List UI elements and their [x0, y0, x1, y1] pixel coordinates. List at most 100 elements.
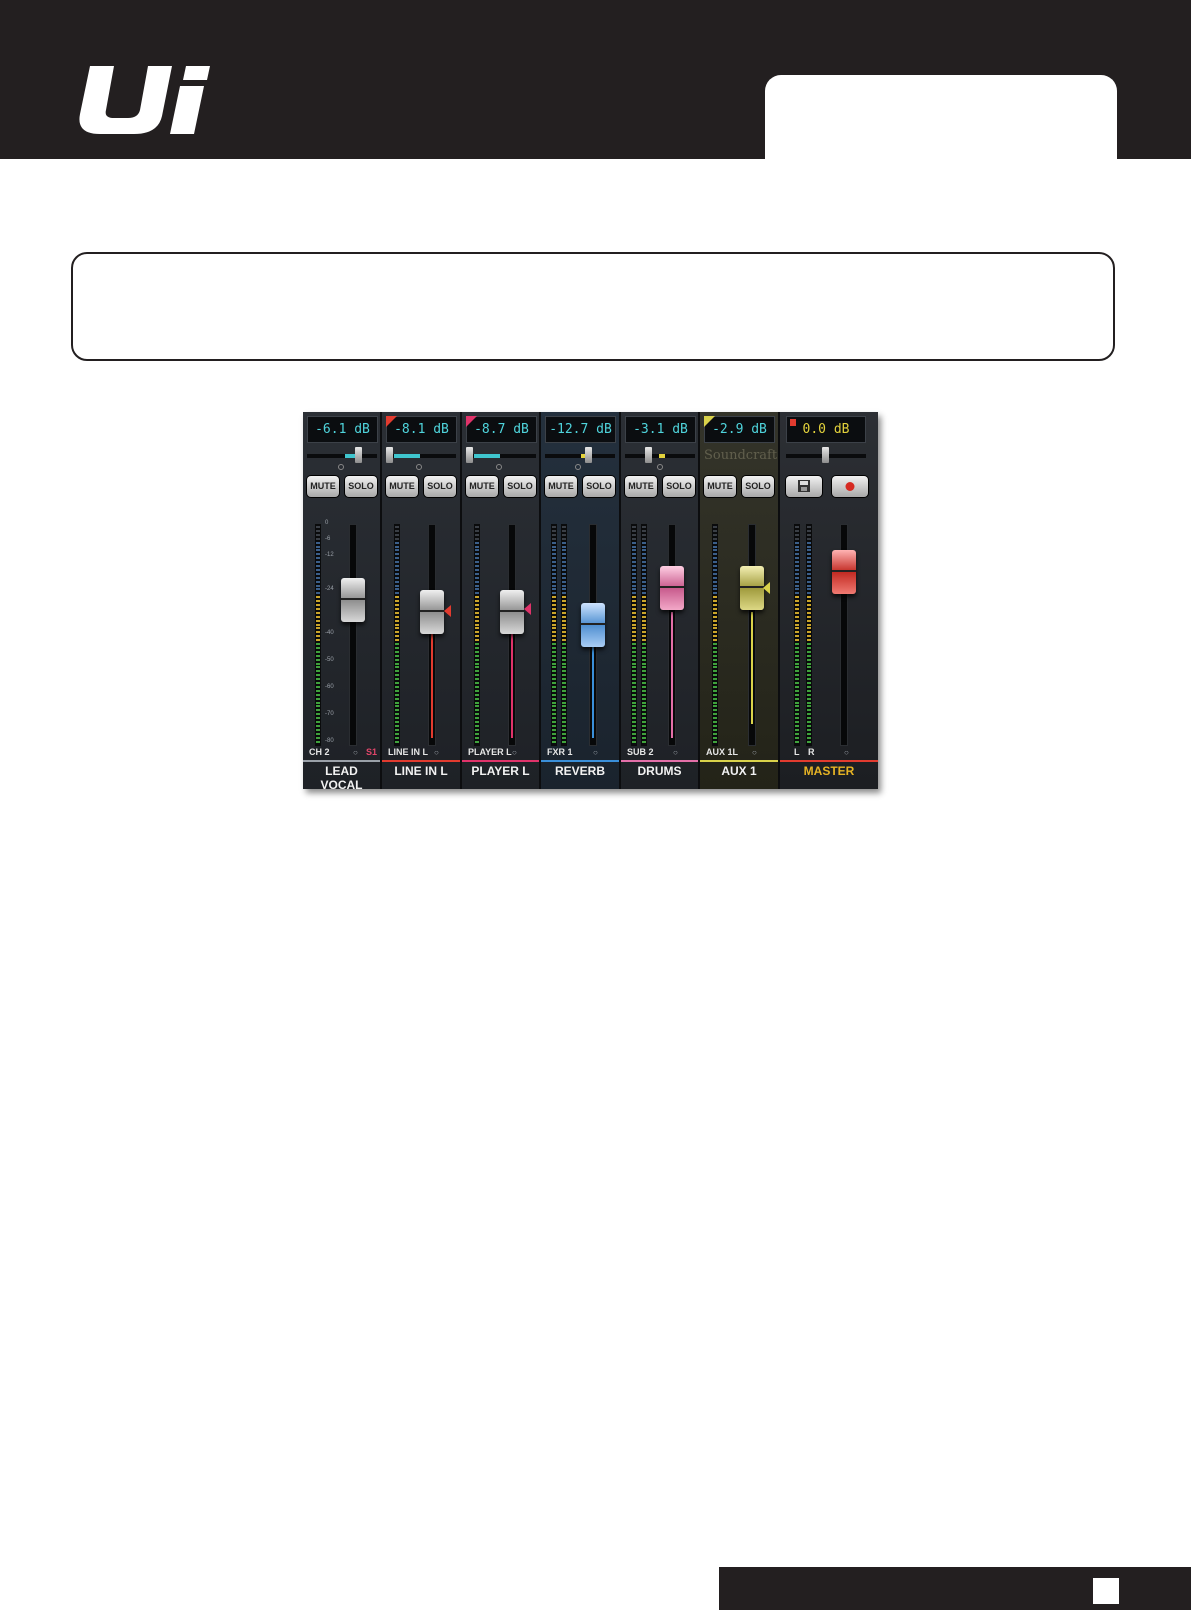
mute-button[interactable]: MUTE	[625, 476, 657, 497]
channel-name[interactable]: LEAD VOCAL	[303, 764, 380, 789]
meter-segment	[807, 689, 811, 692]
meter-segment	[475, 717, 479, 720]
pan-slider[interactable]	[307, 454, 377, 458]
gain-display[interactable]: -3.1 dB	[625, 416, 696, 443]
pan-knob[interactable]	[386, 447, 393, 463]
gain-display[interactable]: 0.0 dB	[786, 416, 866, 443]
mute-button[interactable]: MUTE	[545, 476, 577, 497]
meter-segment	[642, 584, 646, 587]
channel-name[interactable]: AUX 1	[700, 764, 778, 778]
master-fader[interactable]	[832, 550, 856, 594]
meter-segment	[552, 693, 556, 696]
meter-segment	[316, 639, 320, 642]
pan-knob[interactable]	[466, 447, 473, 463]
gain-display[interactable]: -6.1 dB	[307, 416, 378, 443]
meter-segment	[795, 740, 799, 743]
meter-segment	[395, 541, 399, 544]
pan-indicator	[575, 464, 581, 470]
meter-segment	[642, 596, 646, 599]
meter-segment	[475, 721, 479, 723]
meter-segment	[475, 557, 479, 560]
pan-indicator	[416, 464, 422, 470]
channel-name[interactable]: MASTER	[780, 764, 878, 778]
meter-segment	[552, 728, 556, 731]
solo-button[interactable]: SOLO	[345, 476, 377, 497]
level-meter	[474, 524, 480, 746]
record-button[interactable]	[832, 476, 868, 497]
meter-segment	[316, 553, 320, 556]
pan-knob[interactable]	[355, 447, 362, 463]
meter-segment	[642, 619, 646, 622]
mute-button[interactable]: MUTE	[386, 476, 418, 497]
meter-segment	[395, 650, 399, 653]
pan-knob[interactable]	[585, 447, 592, 463]
meter-segment	[316, 685, 320, 688]
pan-indicator	[496, 464, 502, 470]
pan-indicator	[338, 464, 344, 470]
meter-segment	[475, 568, 479, 571]
meter-segment	[475, 600, 479, 603]
pan-slider[interactable]	[466, 454, 536, 458]
channel-fader[interactable]	[660, 566, 684, 610]
meter-segment	[795, 576, 799, 579]
meter-segment	[316, 537, 320, 540]
meter-label-l: L	[794, 747, 800, 757]
meter-segment	[562, 701, 566, 704]
level-meter	[631, 524, 637, 746]
meter-segment	[795, 713, 799, 716]
solo-button[interactable]: SOLO	[583, 476, 615, 497]
meter-segment	[552, 639, 556, 642]
meter-segment	[562, 740, 566, 743]
meter-segment	[395, 615, 399, 618]
solo-button[interactable]: SOLO	[424, 476, 456, 497]
meter-segment	[562, 604, 566, 606]
channel-fader[interactable]	[420, 590, 444, 634]
meter-segment	[552, 709, 556, 712]
pan-knob[interactable]	[645, 447, 652, 463]
meter-segment	[713, 592, 717, 595]
solo-button[interactable]: SOLO	[504, 476, 536, 497]
save-button[interactable]	[786, 476, 822, 497]
meter-segment	[395, 545, 399, 548]
channel-fader[interactable]	[740, 566, 764, 610]
channel-fader[interactable]	[500, 590, 524, 634]
gain-display[interactable]: -12.7 dB	[545, 416, 616, 443]
meter-segment	[632, 646, 636, 649]
meter-segment	[795, 529, 799, 532]
page-number-box	[1093, 1578, 1119, 1604]
solo-button[interactable]: SOLO	[663, 476, 695, 497]
meter-segment	[562, 646, 566, 649]
channel-name[interactable]: REVERB	[541, 764, 619, 778]
meter-segment	[807, 537, 811, 540]
mute-button[interactable]: MUTE	[704, 476, 736, 497]
meter-segment	[713, 689, 717, 692]
meter-segment	[713, 654, 717, 657]
solo-button[interactable]: SOLO	[742, 476, 774, 497]
meter-segment	[807, 572, 811, 575]
meter-segment	[316, 693, 320, 696]
meter-segment	[795, 666, 799, 669]
meter-segment	[795, 678, 799, 681]
pan-slider[interactable]	[386, 454, 456, 458]
channel-fader[interactable]	[581, 603, 605, 647]
meter-segment	[642, 705, 646, 708]
meter-segment	[395, 697, 399, 700]
meter-segment	[475, 674, 479, 677]
channel-name[interactable]: DRUMS	[621, 764, 698, 778]
pan-slider[interactable]	[625, 454, 695, 458]
level-meter-right	[641, 524, 647, 746]
channel-fader[interactable]	[341, 578, 365, 622]
channel-name[interactable]: PLAYER L	[462, 764, 539, 778]
meter-segment	[552, 580, 556, 583]
meter-segment	[395, 533, 399, 536]
meter-segment	[562, 682, 566, 684]
meter-segment	[552, 557, 556, 560]
meter-segment	[795, 557, 799, 560]
meter-segment	[562, 709, 566, 712]
mute-button[interactable]: MUTE	[307, 476, 339, 497]
channel-name[interactable]: LINE IN L	[382, 764, 460, 778]
pan-slider[interactable]	[545, 454, 615, 458]
mute-button[interactable]: MUTE	[466, 476, 498, 497]
balance-knob[interactable]	[822, 447, 829, 463]
meter-segment	[807, 607, 811, 610]
